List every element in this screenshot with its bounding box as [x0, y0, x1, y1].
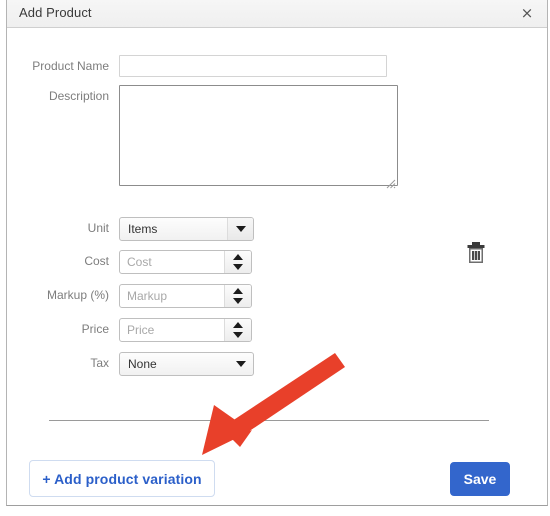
- trash-icon: [467, 242, 485, 263]
- dialog-titlebar: Add Product ×: [7, 0, 547, 28]
- delete-product-button[interactable]: [465, 241, 487, 265]
- unit-select-value: Items: [128, 222, 158, 236]
- add-variation-button[interactable]: + Add product variation: [29, 460, 215, 497]
- unit-row: Unit Items: [7, 217, 254, 241]
- close-icon[interactable]: ×: [517, 3, 537, 23]
- price-row: Price: [7, 318, 252, 342]
- footer-divider: [49, 420, 489, 421]
- description-label: Description: [48, 89, 109, 103]
- price-stepper[interactable]: [224, 319, 251, 341]
- dialog-title: Add Product: [19, 5, 92, 20]
- price-input[interactable]: [120, 319, 226, 341]
- stepper-down-icon[interactable]: [233, 332, 243, 338]
- stepper-down-icon[interactable]: [233, 264, 243, 270]
- description-row: Description: [7, 85, 398, 191]
- cost-row: Cost: [7, 250, 252, 274]
- unit-label: Unit: [87, 221, 109, 235]
- tax-label: Tax: [90, 356, 109, 370]
- tax-select-arrow-area[interactable]: [228, 353, 253, 375]
- price-field: [119, 318, 252, 342]
- product-name-row: Product Name: [7, 55, 387, 77]
- markup-field: [119, 284, 252, 308]
- markup-stepper[interactable]: [224, 285, 251, 307]
- product-name-input[interactable]: [119, 55, 387, 77]
- dialog-body: Product Name Description Unit Items Cost…: [7, 28, 547, 505]
- markup-row: Markup (%): [7, 284, 252, 308]
- chevron-down-icon: [235, 226, 246, 232]
- save-button[interactable]: Save: [450, 462, 510, 496]
- cost-field: [119, 250, 252, 274]
- product-name-label: Product Name: [32, 59, 109, 73]
- unit-select[interactable]: Items: [119, 217, 254, 241]
- tax-select[interactable]: None: [119, 352, 254, 376]
- tax-select-value: None: [128, 357, 157, 371]
- price-label: Price: [81, 322, 109, 336]
- stepper-down-icon[interactable]: [233, 298, 243, 304]
- tax-row: Tax None: [7, 352, 254, 376]
- stepper-up-icon[interactable]: [233, 288, 243, 294]
- chevron-down-icon: [235, 361, 246, 367]
- markup-input[interactable]: [120, 285, 226, 307]
- markup-label: Markup (%): [46, 288, 109, 302]
- unit-select-arrow-area[interactable]: [227, 218, 253, 240]
- cost-input[interactable]: [120, 251, 226, 273]
- description-textarea[interactable]: [119, 85, 398, 186]
- cost-label: Cost: [84, 254, 109, 268]
- add-product-dialog: Add Product × Product Name Description U…: [6, 0, 548, 506]
- cost-stepper[interactable]: [224, 251, 251, 273]
- stepper-up-icon[interactable]: [233, 322, 243, 328]
- stepper-up-icon[interactable]: [233, 254, 243, 260]
